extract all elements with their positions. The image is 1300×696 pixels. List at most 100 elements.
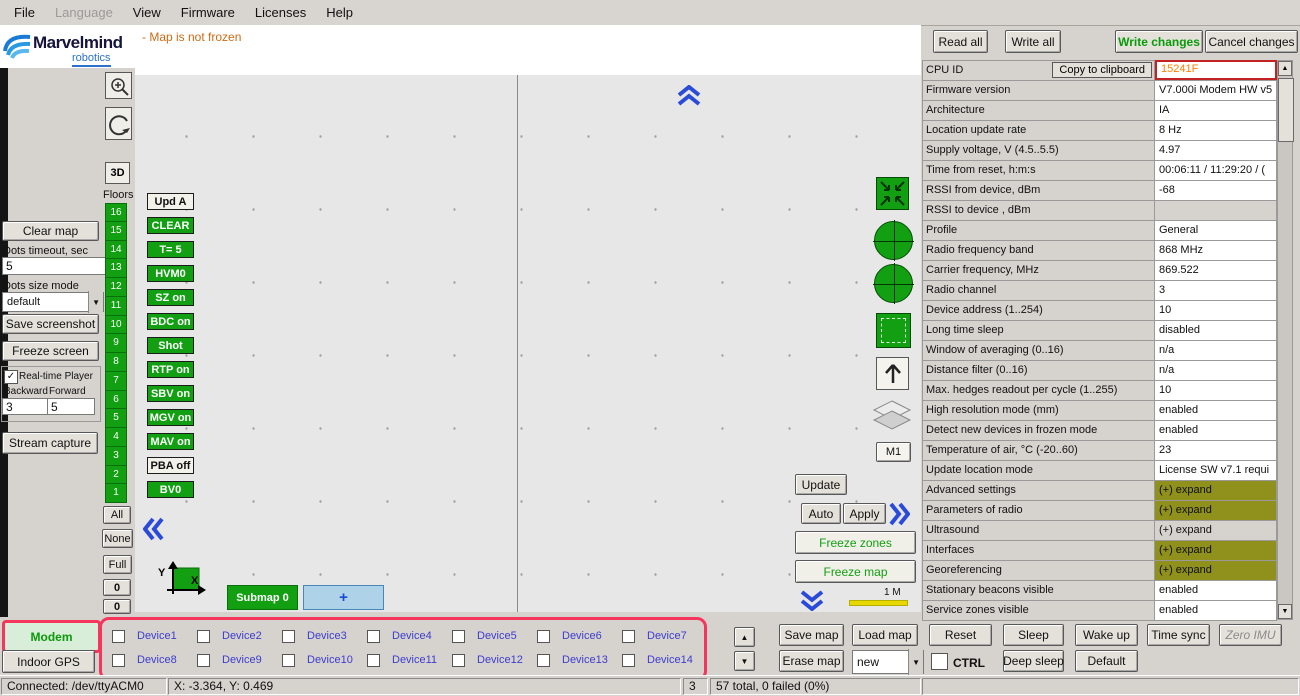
dotted-zone-icon[interactable] (876, 313, 911, 348)
modem-mode-button[interactable]: Modem (2, 620, 101, 653)
update-button[interactable]: Update (795, 474, 847, 495)
scrollbar-up-button[interactable]: ▲ (1278, 61, 1292, 76)
param-value[interactable]: (+) expand (1155, 520, 1277, 540)
freeze-zones-button[interactable]: Freeze zones (795, 531, 916, 554)
floor-9[interactable]: 9 (105, 334, 127, 353)
device-checkbox-device1[interactable] (112, 630, 125, 643)
param-value[interactable]: 00:06:11 / 11:29:20 / ( (1155, 160, 1277, 180)
wake-up-button[interactable]: Wake up (1075, 624, 1138, 646)
device-checkbox-device10[interactable] (282, 654, 295, 667)
apply-button[interactable]: Apply (843, 503, 886, 524)
clear-map-button[interactable]: Clear map (2, 221, 99, 241)
param-value[interactable]: 10 (1155, 380, 1277, 400)
pan-right-icon[interactable] (888, 501, 910, 527)
device-checkbox-device2[interactable] (197, 630, 210, 643)
beacon-circle-icon-b[interactable] (874, 264, 913, 303)
param-value[interactable] (1155, 200, 1277, 220)
ctrl-checkbox[interactable] (931, 653, 948, 670)
param-value[interactable]: 4.97 (1155, 140, 1277, 160)
floor-5[interactable]: 5 (105, 409, 127, 428)
param-value[interactable]: enabled (1155, 600, 1277, 620)
device-checkbox-device9[interactable] (197, 654, 210, 667)
realtime-player-checkbox[interactable]: ✓ (4, 370, 18, 384)
zero-imu-button[interactable]: Zero IMU (1219, 624, 1282, 646)
floor-13[interactable]: 13 (105, 259, 127, 278)
param-value[interactable]: disabled (1155, 320, 1277, 340)
floors-all-button[interactable]: All (103, 506, 131, 524)
deep-sleep-button[interactable]: Deep sleep (1003, 650, 1064, 672)
cmd-rtp-on-button[interactable]: RTP on (147, 361, 194, 378)
freeze-screen-button[interactable]: Freeze screen (2, 341, 99, 361)
pan-left-icon[interactable] (143, 516, 165, 542)
param-value[interactable]: enabled (1155, 420, 1277, 440)
param-value[interactable]: enabled (1155, 400, 1277, 420)
floor-16[interactable]: 16 (105, 203, 127, 222)
floor-11[interactable]: 11 (105, 297, 127, 316)
rotate-tool-button[interactable] (105, 107, 132, 140)
reset-button[interactable]: Reset (929, 624, 992, 646)
write-changes-button[interactable]: Write changes (1115, 30, 1203, 53)
view-3d-button[interactable]: 3D (105, 162, 130, 184)
menu-item-licenses[interactable]: Licenses (245, 1, 316, 24)
parameter-table-scrollbar[interactable]: ▲ ▼ (1277, 60, 1293, 620)
param-value[interactable]: n/a (1155, 360, 1277, 380)
param-value[interactable]: (+) expand (1155, 500, 1277, 520)
param-value[interactable]: IA (1155, 100, 1277, 120)
add-submap-tab[interactable]: + (303, 585, 384, 610)
param-value[interactable]: 869.522 (1155, 260, 1277, 280)
param-value[interactable]: General (1155, 220, 1277, 240)
floor-14[interactable]: 14 (105, 241, 127, 260)
cmd-hvm0-button[interactable]: HVM0 (147, 265, 194, 282)
device-checkbox-device7[interactable] (622, 630, 635, 643)
cmd-upd-a-button[interactable]: Upd A (147, 193, 194, 210)
erase-map-button[interactable]: Erase map (779, 650, 844, 672)
backward-input[interactable]: 3 (2, 398, 50, 415)
floor-2[interactable]: 2 (105, 466, 127, 485)
menu-item-view[interactable]: View (123, 1, 171, 24)
param-value[interactable]: 23 (1155, 440, 1277, 460)
param-value[interactable]: 15241F (1155, 60, 1277, 80)
axis-orientation-icon[interactable]: Y X (155, 560, 207, 602)
floor-7[interactable]: 7 (105, 372, 127, 391)
device-checkbox-device13[interactable] (537, 654, 550, 667)
zoom-tool-button[interactable] (105, 72, 132, 99)
tab-submap-0[interactable]: Submap 0 (227, 585, 298, 610)
sleep-button[interactable]: Sleep (1003, 624, 1064, 646)
floors-none-button[interactable]: None (102, 529, 133, 548)
load-map-button[interactable]: Load map (852, 624, 918, 646)
cmd-shot-button[interactable]: Shot (147, 337, 194, 354)
zoom-zero-button-b[interactable]: 0 (103, 599, 131, 614)
param-value[interactable]: (+) expand (1155, 560, 1277, 580)
device-checkbox-device4[interactable] (367, 630, 380, 643)
auto-button[interactable]: Auto (801, 503, 841, 524)
stream-capture-button[interactable]: Stream capture (2, 432, 98, 454)
cmd-bv0-button[interactable]: BV0 (147, 481, 194, 498)
device-checkbox-device5[interactable] (452, 630, 465, 643)
device-scroll-down-button[interactable]: ▼ (734, 651, 755, 671)
copy-to-clipboard-button[interactable]: Copy to clipboard (1052, 62, 1152, 78)
cmd-sbv-on-button[interactable]: SBV on (147, 385, 194, 402)
device-checkbox-device14[interactable] (622, 654, 635, 667)
cmd-mgv-on-button[interactable]: MGV on (147, 409, 194, 426)
write-all-button[interactable]: Write all (1005, 30, 1061, 53)
param-value[interactable]: -68 (1155, 180, 1277, 200)
collect-view-icon[interactable] (876, 177, 909, 210)
time-sync-button[interactable]: Time sync (1147, 624, 1210, 646)
save-map-button[interactable]: Save map (779, 624, 844, 646)
scrollbar-down-button[interactable]: ▼ (1278, 604, 1292, 619)
floor-8[interactable]: 8 (105, 353, 127, 372)
cmd-t-5-button[interactable]: T= 5 (147, 241, 194, 258)
default-button[interactable]: Default (1075, 650, 1138, 672)
cmd-pba-off-button[interactable]: PBA off (147, 457, 194, 474)
cmd-bdc-on-button[interactable]: BDC on (147, 313, 194, 330)
device-checkbox-device6[interactable] (537, 630, 550, 643)
param-value[interactable]: (+) expand (1155, 480, 1277, 500)
forward-input[interactable]: 5 (47, 398, 95, 415)
cancel-changes-button[interactable]: Cancel changes (1205, 30, 1298, 53)
menu-item-help[interactable]: Help (316, 1, 363, 24)
cmd-clear-button[interactable]: CLEAR (147, 217, 194, 234)
save-screenshot-button[interactable]: Save screenshot (2, 314, 99, 334)
pan-up-icon[interactable] (676, 85, 702, 107)
device-checkbox-device3[interactable] (282, 630, 295, 643)
menu-item-file[interactable]: File (4, 1, 45, 24)
